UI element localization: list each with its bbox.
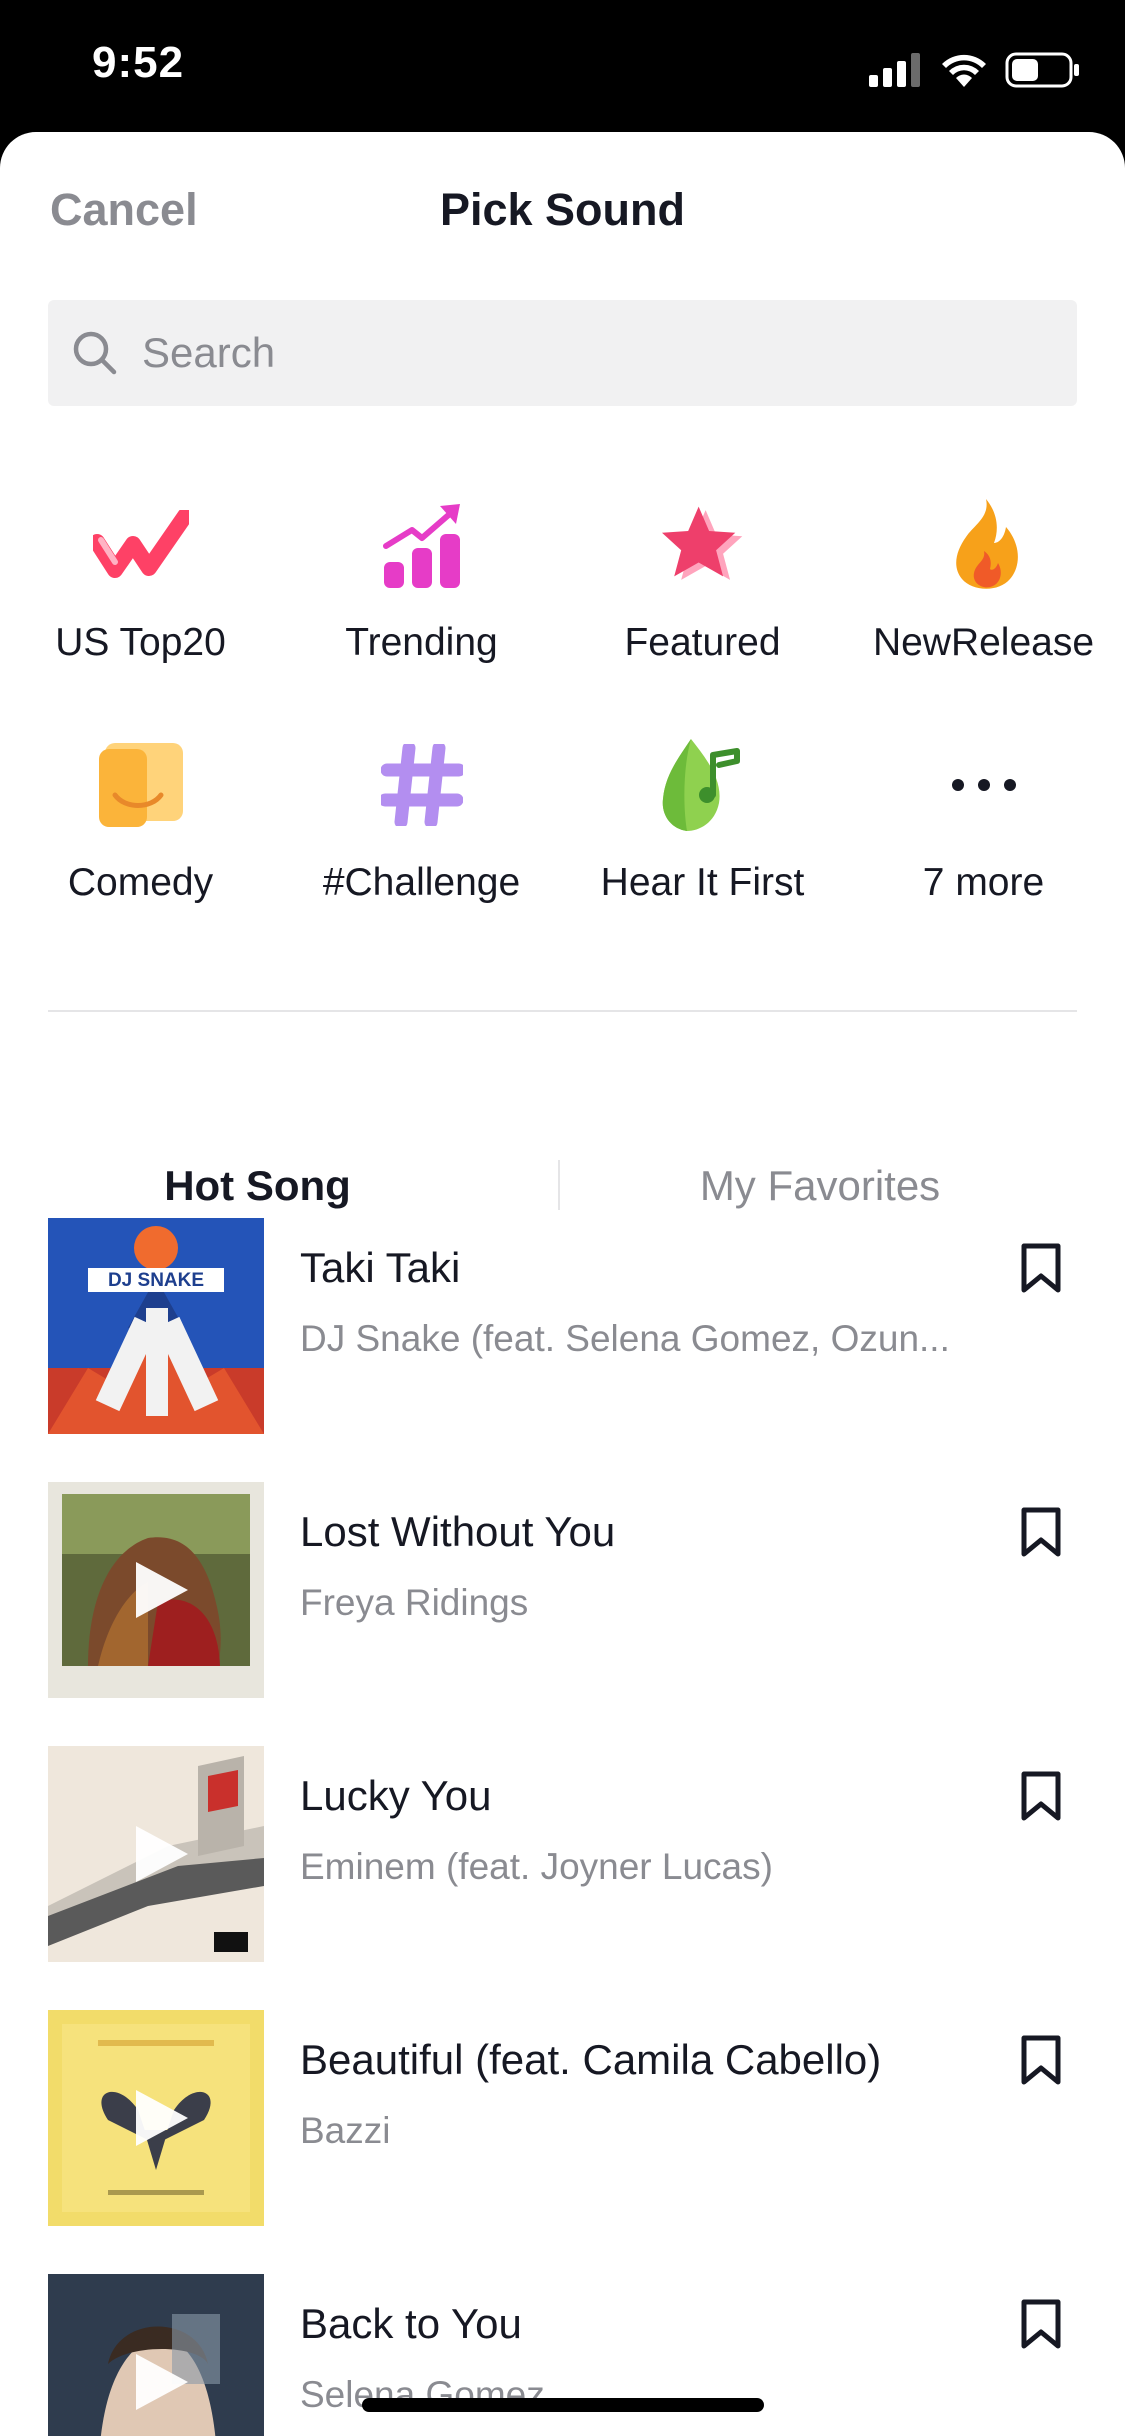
- category-more[interactable]: 7 more: [843, 737, 1124, 977]
- leaf-music-icon: [655, 737, 751, 833]
- tab-hot-song[interactable]: Hot Song: [0, 1162, 515, 1210]
- search-bar[interactable]: [48, 300, 1077, 406]
- category-featured[interactable]: Featured: [562, 497, 843, 737]
- song-item[interactable]: DJ SNAKE Taki Taki DJ Snake (feat. Selen…: [0, 1218, 1125, 1482]
- category-label: Hear It First: [600, 861, 805, 904]
- home-indicator[interactable]: [362, 2398, 764, 2412]
- song-item[interactable]: Lucky You Eminem (feat. Joyner Lucas): [0, 1746, 1125, 2010]
- song-artist: Eminem (feat. Joyner Lucas): [300, 1846, 773, 1887]
- category-us-top20[interactable]: US Top20: [0, 497, 281, 737]
- battery-icon: [1005, 52, 1079, 88]
- song-artist: Bazzi: [300, 2110, 391, 2151]
- status-time: 9:52: [92, 38, 185, 87]
- play-icon[interactable]: [132, 2350, 192, 2414]
- fire-icon: [936, 497, 1032, 593]
- bookmark-icon[interactable]: [1020, 1770, 1062, 1822]
- page-title: Pick Sound: [439, 184, 686, 235]
- category-label: 7 more: [922, 861, 1045, 904]
- song-item[interactable]: Beautiful (feat. Camila Cabello) Bazzi: [0, 2010, 1125, 2274]
- album-cover[interactable]: [48, 1482, 264, 1698]
- status-icons: [869, 50, 1081, 90]
- song-list: DJ SNAKE Taki Taki DJ Snake (feat. Selen…: [0, 1218, 1125, 2436]
- more-dots-icon: [936, 737, 1032, 833]
- pick-sound-sheet: Cancel Pick Sound US Top20: [0, 132, 1125, 2436]
- tab-my-favorites[interactable]: My Favorites: [560, 1162, 1080, 1210]
- category-hear-it-first[interactable]: Hear It First: [562, 737, 843, 977]
- song-title: Lost Without You: [300, 1508, 616, 1555]
- bookmark-icon[interactable]: [1020, 2034, 1062, 2086]
- song-item[interactable]: Lost Without You Freya Ridings: [0, 1482, 1125, 1746]
- category-label: Comedy: [67, 861, 214, 904]
- category-label: Featured: [624, 621, 781, 664]
- bookmark-icon[interactable]: [1020, 1242, 1062, 1294]
- divider: [48, 1010, 1077, 1012]
- hashtag-icon: [374, 737, 470, 833]
- us-top20-icon: [92, 497, 189, 593]
- song-title: Beautiful (feat. Camila Cabello): [300, 2036, 882, 2083]
- category-label: Trending: [345, 621, 498, 664]
- signal-icon: [869, 53, 920, 87]
- featured-star-icon: [655, 497, 751, 593]
- category-challenge[interactable]: #Challenge: [281, 737, 562, 977]
- trending-icon: [374, 497, 470, 593]
- bookmark-icon[interactable]: [1020, 1506, 1062, 1558]
- wifi-icon: [942, 54, 986, 87]
- play-icon[interactable]: [132, 2086, 192, 2150]
- bookmark-icon[interactable]: [1020, 2298, 1062, 2350]
- comedy-icon: [93, 737, 189, 833]
- category-label: US Top20: [55, 621, 226, 664]
- song-title: Back to You: [300, 2300, 522, 2347]
- song-title: Lucky You: [300, 1772, 492, 1819]
- album-cover[interactable]: DJ SNAKE: [48, 1218, 264, 1434]
- play-icon[interactable]: [132, 1558, 192, 1622]
- category-comedy[interactable]: Comedy: [0, 737, 281, 977]
- play-icon[interactable]: [132, 1822, 192, 1886]
- svg-text:DJ SNAKE: DJ SNAKE: [108, 1270, 204, 1291]
- category-newrelease[interactable]: NewRelease: [843, 497, 1124, 737]
- category-trending[interactable]: Trending: [281, 497, 562, 737]
- album-cover[interactable]: [48, 1746, 264, 1962]
- search-icon: [73, 331, 117, 375]
- album-cover[interactable]: [48, 2274, 264, 2436]
- category-grid: US Top20 Trending Featured NewRelease Co…: [0, 497, 1125, 977]
- header: Cancel Pick Sound: [0, 132, 1125, 282]
- album-cover[interactable]: [48, 2010, 264, 2226]
- song-title: Taki Taki: [300, 1244, 461, 1291]
- song-artist: Freya Ridings: [300, 1582, 529, 1623]
- song-artist: DJ Snake (feat. Selena Gomez, Ozun...: [300, 1318, 950, 1359]
- category-label: #Challenge: [322, 861, 521, 904]
- search-input[interactable]: [140, 328, 1044, 378]
- category-label: NewRelease: [872, 621, 1095, 664]
- status-bar: 9:52: [0, 0, 1125, 132]
